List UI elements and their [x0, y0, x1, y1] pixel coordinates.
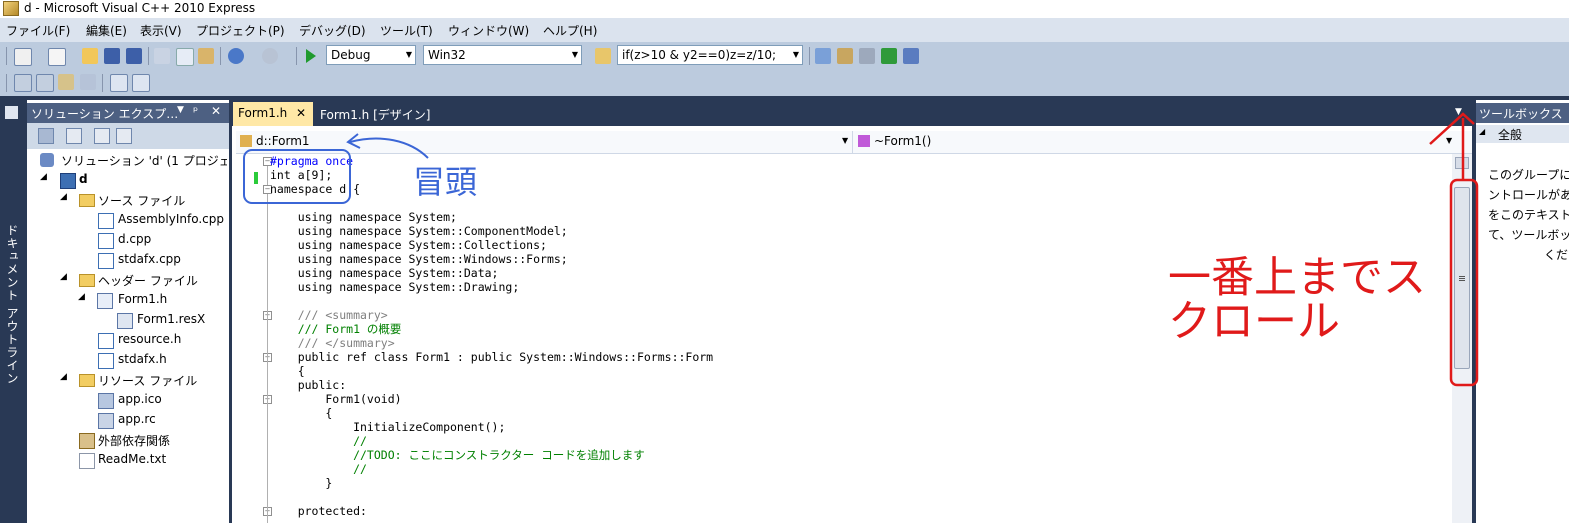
blue-arrow [349, 137, 429, 159]
annotation-top-label: 冒頭 [413, 163, 478, 201]
scrollbar-highlight-box [1449, 178, 1479, 387]
red-arrow-head [1429, 112, 1475, 145]
annotation-scroll-label-2: クロール [1168, 297, 1340, 347]
top-highlight-box [243, 149, 351, 204]
